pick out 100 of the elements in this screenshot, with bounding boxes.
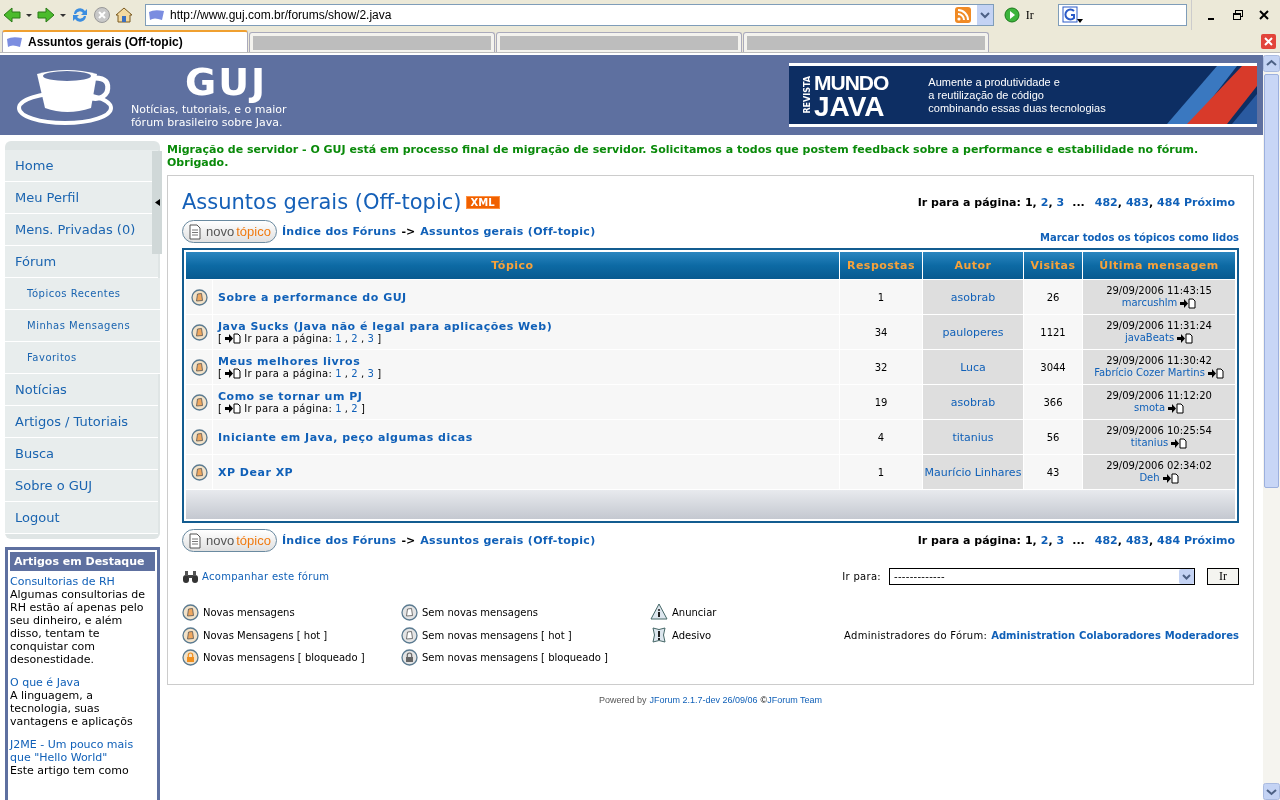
forum-select[interactable]: ------------- [889,568,1195,585]
restore-icon[interactable] [1232,9,1244,21]
column-header: Autor [923,252,1023,279]
new-topic-button[interactable]: novotópico [182,220,277,243]
rss-feed-icon[interactable] [954,7,971,23]
page-link[interactable]: 482 [1094,534,1118,547]
go-to-last-icon[interactable] [225,368,242,379]
page-link[interactable]: Próximo [1184,534,1235,547]
sidebar-item[interactable]: Favoritos [5,342,160,374]
sidebar-item[interactable]: Artigos / Tutoriais [5,406,158,438]
breadcrumb-link[interactable]: Assuntos gerais (Off-topic) [420,534,596,547]
go-to-last-icon[interactable] [1180,297,1197,309]
author-link[interactable]: Luca [960,360,986,374]
go-to-last-icon[interactable] [1171,437,1188,449]
page-link[interactable]: 1 [335,403,342,414]
topic-link[interactable]: Como se tornar um PJ [218,390,363,403]
watch-forum-link[interactable]: Acompanhar este fórum [202,571,330,582]
back-icon[interactable] [3,6,33,24]
page-link[interactable]: 3 [1056,534,1065,547]
scroll-up-icon[interactable] [1263,55,1280,72]
breadcrumb-link[interactable]: Índice dos Fóruns [281,534,397,547]
collapse-handle[interactable] [152,151,162,254]
page-link[interactable]: 3 [367,333,375,344]
breadcrumb-link[interactable]: Assuntos gerais (Off-topic) [420,225,596,238]
search-field[interactable] [1057,4,1187,26]
page-link[interactable]: 484 [1157,195,1181,209]
sidebar-item[interactable]: Home [5,150,158,182]
new-topic-button[interactable]: novotópico [182,529,277,552]
sidebar-item[interactable]: Busca [5,438,158,470]
author-link[interactable]: asobrab [950,290,996,304]
author-link[interactable]: titanius [952,430,994,444]
page-link[interactable]: 482 [1094,195,1118,209]
go-to-last-icon[interactable] [1162,472,1179,484]
breadcrumb-link[interactable]: Índice dos Fóruns [281,225,397,238]
group-link[interactable]: Administration [991,629,1076,641]
legend-label: Sem novas mensagens [422,606,538,618]
close-tab-icon[interactable] [1261,33,1276,49]
page-separator: , [1148,195,1154,209]
topic-link[interactable]: Sobre a performance do GUJ [218,290,407,304]
sidebar-item[interactable]: Tópicos Recentes [5,278,160,310]
user-link[interactable]: javaBeats [1124,332,1175,344]
article-link[interactable]: O que é Java [10,676,155,689]
article-link[interactable]: J2ME - Um pouco mais que "Hello World" [10,738,155,764]
sidebar-item[interactable]: Logout [5,502,158,534]
author-link[interactable]: asobrab [950,395,996,409]
page-link[interactable]: 2 [1040,195,1049,209]
page-link[interactable]: 484 [1157,534,1181,547]
user-link[interactable]: marcushlm [1121,297,1178,309]
home-icon[interactable] [115,6,133,24]
go-to-last-icon[interactable] [1177,332,1194,344]
address-field[interactable]: http://www.guj.com.br/forums/show/2.java [145,4,994,26]
browser-tab[interactable]: Assuntos gerais (Off-topic) [2,30,248,52]
user-link[interactable]: Fabrício Cozer Martins [1094,367,1205,379]
topic-link[interactable]: Meus melhores livros [218,355,361,368]
user-link[interactable]: smota [1133,402,1166,414]
group-link[interactable]: Moderadores [1164,629,1239,641]
page-link[interactable]: 1 [335,333,342,344]
page-link[interactable]: 2 [351,368,358,379]
page-link[interactable]: 3 [1056,195,1065,209]
go-to-last-icon[interactable] [1168,402,1185,414]
mark-all-read-link[interactable]: Marcar todos os tópicos como lidos [1040,232,1239,243]
go-button[interactable]: Ir [997,7,1040,23]
page-link[interactable]: 2 [1040,534,1049,547]
topic-icon [182,626,199,644]
dropdown-icon[interactable] [976,5,993,25]
page-link[interactable]: 3 [367,368,375,379]
post-date: 29/09/2006 11:31:24 [1105,320,1213,332]
close-icon[interactable] [1258,9,1270,21]
dropdown-icon[interactable] [1179,569,1194,584]
forward-icon[interactable] [37,6,67,24]
user-link[interactable]: titanius [1130,437,1169,449]
views-cell: 1121 [1024,315,1082,349]
topic-link[interactable]: XP Dear XP [218,465,294,479]
sidebar-item[interactable]: Minhas Mensagens [5,310,160,342]
topic-link[interactable]: Iniciante em Java, peço algumas dicas [218,430,473,444]
sidebar-item[interactable]: Sobre o GUJ [5,470,158,502]
xml-feed-badge[interactable]: XML [465,195,500,209]
go-to-last-icon[interactable] [1207,367,1224,379]
user-link[interactable]: Deh [1139,472,1160,484]
page-link[interactable]: Próximo [1184,195,1235,209]
refresh-icon[interactable] [71,6,89,24]
page-link[interactable]: 483 [1125,195,1149,209]
page-link[interactable]: 2 [351,333,358,344]
team-link[interactable]: JForum Team [767,695,823,705]
page-link[interactable]: 1 [335,368,342,379]
go-to-last-icon[interactable] [225,403,242,414]
article-link[interactable]: Consultorias de RH [10,575,155,588]
stop-icon[interactable] [93,6,111,24]
search-engine-icon[interactable] [1061,6,1084,24]
group-link[interactable]: Colaboradores [1079,629,1161,641]
sidebar-item[interactable]: Notícias [5,374,158,406]
go-button[interactable]: Ir [1207,568,1239,585]
topic-link[interactable]: Java Sucks (Java não é legal para aplicações Web) [218,320,553,333]
scroll-down-icon[interactable] [1263,783,1280,800]
vertical-scrollbar[interactable] [1263,55,1280,800]
sidebar-item[interactable]: Fórum [5,246,158,278]
version-link[interactable]: JForum 2.1.7-dev 26/09/06 [649,695,758,705]
go-to-last-icon[interactable] [225,333,242,344]
page-link[interactable]: 483 [1125,534,1149,547]
page-link[interactable]: 2 [351,403,358,414]
